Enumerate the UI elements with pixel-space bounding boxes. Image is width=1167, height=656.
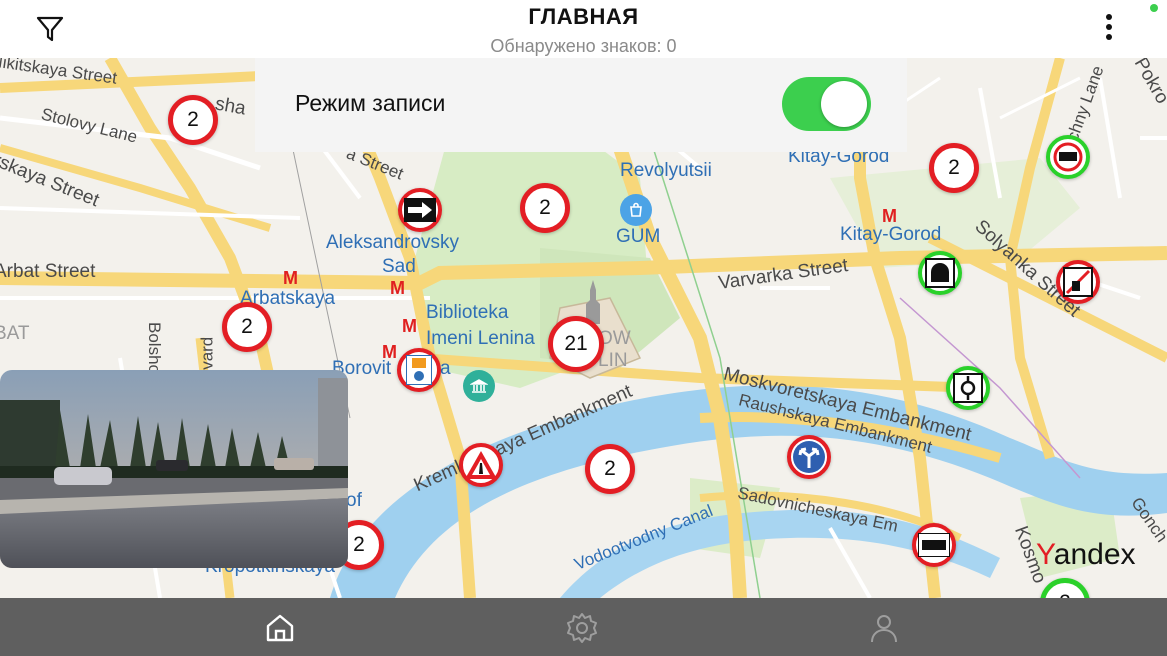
recording-mode-panel: Режим записи	[255, 56, 907, 152]
camera-preview[interactable]	[0, 370, 348, 568]
sign-cluster[interactable]: 2	[222, 302, 272, 352]
recording-mode-toggle[interactable]	[782, 77, 871, 131]
road-sign-marker[interactable]	[912, 523, 956, 567]
bottom-tab-bar	[0, 598, 1167, 656]
map-label: a	[440, 358, 451, 379]
bus-stop-sign-icon	[406, 355, 432, 385]
metro-icon: M	[283, 268, 298, 288]
map-label: Aleksandrovsky	[326, 232, 460, 253]
map-label: GUM	[616, 226, 661, 247]
sign-cluster[interactable]: 2	[585, 444, 635, 494]
tunnel-sign-icon	[925, 258, 955, 288]
map-label: Sad	[382, 256, 416, 277]
tab-settings[interactable]	[562, 608, 602, 648]
road-sign-marker[interactable]	[1056, 260, 1100, 304]
shop-icon[interactable]	[620, 194, 652, 226]
map-label: Arbat Street	[0, 261, 96, 282]
map-label: Revolyutsii	[620, 160, 712, 181]
sign-cluster[interactable]: 21	[548, 316, 604, 372]
map-label: Imeni Lenina	[426, 328, 535, 349]
yandex-logo: Yandex	[1036, 538, 1136, 571]
app-header: ГЛАВНАЯ Обнаружено знаков: 0	[0, 0, 1167, 58]
turn-left-right-sign-icon	[793, 441, 825, 473]
road-sign-marker[interactable]	[918, 251, 962, 295]
time-restriction-sign-icon	[918, 533, 950, 557]
road-sign-marker[interactable]	[1046, 135, 1090, 179]
warning-sign-icon	[465, 451, 497, 479]
road-sign-marker[interactable]	[459, 443, 503, 487]
more-menu-button[interactable]	[1094, 10, 1124, 46]
status-indicator	[1150, 4, 1158, 12]
metro-icon: M	[390, 278, 405, 298]
map-label: Kitay-Gorod	[840, 224, 942, 245]
sign-cluster[interactable]: 2	[929, 143, 979, 193]
sign-cluster[interactable]: 2	[520, 183, 570, 233]
road-sign-marker[interactable]	[946, 366, 990, 410]
page-title: ГЛАВНАЯ	[528, 4, 639, 29]
profile-icon	[871, 615, 897, 643]
recording-mode-label: Режим записи	[295, 90, 446, 116]
road-sign-marker[interactable]	[397, 348, 441, 392]
metro-icon: M	[402, 316, 417, 336]
metro-icon: M	[882, 206, 897, 226]
direction-arrow-sign-icon	[404, 198, 436, 222]
map-label: of	[346, 490, 362, 511]
map-label: LIN	[598, 350, 628, 371]
toggle-knob	[821, 81, 867, 127]
more-vertical-icon	[1106, 14, 1112, 40]
camera-frame	[0, 370, 348, 568]
tab-home[interactable]	[260, 608, 300, 648]
road-sign-marker[interactable]	[398, 188, 442, 232]
sign-cluster[interactable]: 2	[168, 95, 218, 145]
roundabout-sign-icon	[953, 373, 983, 403]
museum-icon[interactable]	[463, 370, 495, 402]
truck-restriction-sign-icon	[1053, 142, 1083, 172]
map-label: Biblioteka	[426, 302, 509, 323]
detected-signs-count: Обнаружено знаков: 0	[490, 36, 677, 56]
settings-icon	[567, 613, 597, 643]
road-sign-marker[interactable]	[787, 435, 831, 479]
home-icon	[266, 614, 294, 642]
map-label: Bolsho	[144, 322, 164, 374]
metro-icon: M	[382, 342, 397, 362]
map-label: BAT	[0, 323, 30, 344]
no-parking-sign-icon	[1063, 267, 1093, 297]
tab-profile[interactable]	[864, 608, 904, 648]
